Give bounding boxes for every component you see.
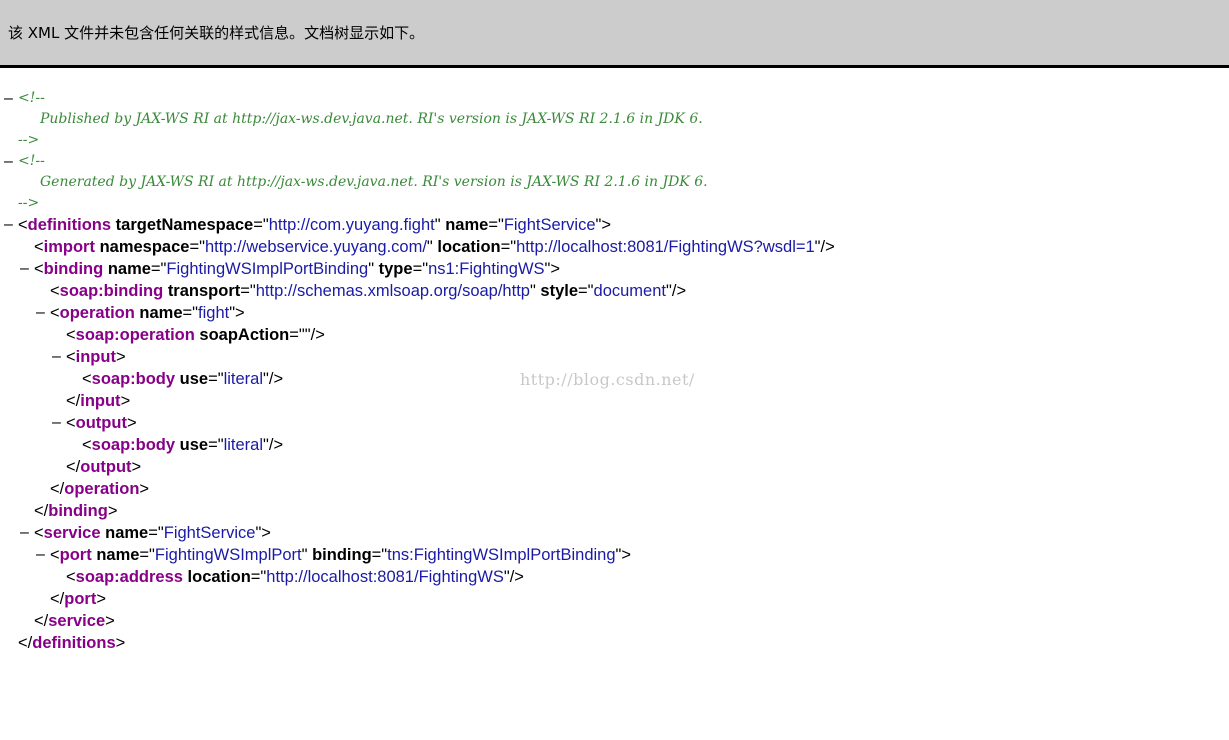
xml-element: <service name="FightService"> [34, 524, 271, 542]
xml-element: </operation> [50, 480, 150, 498]
collapse-toggle[interactable]: – [20, 258, 29, 280]
xml-element: </output> [66, 458, 142, 476]
xml-element: <definitions targetNamespace="http://com… [18, 216, 612, 234]
port-close-line: </port> [0, 588, 1229, 610]
soap-binding-line: <soap:binding transport="http://schemas.… [0, 280, 1229, 302]
binding-open-line: – <binding name="FightingWSImplPortBindi… [0, 258, 1229, 280]
tag-name: definitions [27, 216, 112, 234]
comment-text: Published by JAX-WS RI at http://jax-ws.… [40, 111, 703, 127]
xml-element: </binding> [34, 502, 118, 520]
binding-close-line: </binding> [0, 500, 1229, 522]
input-open-line: – <input> [0, 346, 1229, 368]
xml-element: <soap:binding transport="http://schemas.… [50, 282, 687, 300]
xml-element: <port name="FightingWSImplPort" binding=… [50, 546, 632, 564]
xml-element: <output> [66, 414, 137, 432]
xml-element: <soap:operation soapAction=""/> [66, 326, 325, 344]
xml-element: </service> [34, 612, 115, 630]
service-close-line: </service> [0, 610, 1229, 632]
watermark: http://blog.csdn.net/ [520, 370, 695, 389]
comment-close: --> [18, 195, 40, 211]
definitions-open-line: – <definitions targetNamespace="http://c… [0, 214, 1229, 236]
comment-close-line: --> [0, 193, 1229, 214]
comment-open: <!-- [18, 90, 45, 106]
port-open-line: – <port name="FightingWSImplPort" bindin… [0, 544, 1229, 566]
import-line: <import namespace="http://webservice.yuy… [0, 236, 1229, 258]
definitions-close-line: </definitions> [0, 632, 1229, 654]
service-open-line: – <service name="FightService"> [0, 522, 1229, 544]
collapse-toggle[interactable]: – [36, 544, 45, 566]
output-open-line: – <output> [0, 412, 1229, 434]
collapse-toggle[interactable]: – [52, 412, 61, 434]
comment-open: <!-- [18, 153, 45, 169]
xml-element: </definitions> [18, 634, 126, 652]
comment-text-line: Published by JAX-WS RI at http://jax-ws.… [0, 109, 1229, 130]
xml-element: <binding name="FightingWSImplPortBinding… [34, 260, 561, 278]
xml-element: <input> [66, 348, 126, 366]
collapse-toggle[interactable]: – [52, 346, 61, 368]
xml-element: <operation name="fight"> [50, 304, 245, 322]
xml-element: </input> [66, 392, 131, 410]
xml-info-message: 该 XML 文件并未包含任何关联的样式信息。文档树显示如下。 [8, 24, 425, 42]
comment-text-line: Generated by JAX-WS RI at http://jax-ws.… [0, 172, 1229, 193]
xml-info-bar: 该 XML 文件并未包含任何关联的样式信息。文档树显示如下。 [0, 0, 1229, 68]
xml-element: <soap:body use="literal"/> [82, 370, 284, 388]
xml-element: <soap:address location="http://localhost… [66, 568, 524, 586]
soap-body-line: <soap:body use="literal"/> [0, 434, 1229, 456]
comment-close-line: --> [0, 130, 1229, 151]
xml-element: <soap:body use="literal"/> [82, 436, 284, 454]
operation-close-line: </operation> [0, 478, 1229, 500]
comment-close: --> [18, 132, 40, 148]
output-close-line: </output> [0, 456, 1229, 478]
collapse-toggle[interactable]: – [36, 302, 45, 324]
xml-element: <import namespace="http://webservice.yuy… [34, 238, 835, 256]
comment-text: Generated by JAX-WS RI at http://jax-ws.… [40, 174, 708, 190]
operation-open-line: – <operation name="fight"> [0, 302, 1229, 324]
comment-open-line: – <!-- [0, 151, 1229, 172]
input-close-line: </input> [0, 390, 1229, 412]
soap-operation-line: <soap:operation soapAction=""/> [0, 324, 1229, 346]
soap-address-line: <soap:address location="http://localhost… [0, 566, 1229, 588]
collapse-toggle[interactable]: – [20, 522, 29, 544]
collapse-toggle[interactable]: – [4, 88, 13, 109]
collapse-toggle[interactable]: – [4, 214, 13, 236]
collapse-toggle[interactable]: – [4, 151, 13, 172]
comment-open-line: – <!-- [0, 88, 1229, 109]
xml-element: </port> [50, 590, 106, 608]
